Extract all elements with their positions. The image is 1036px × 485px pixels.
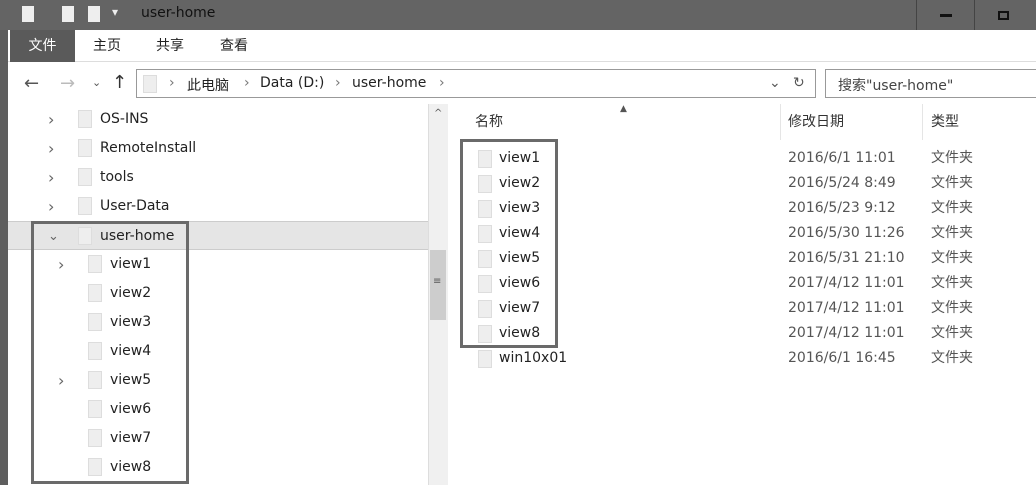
file-type: 文件夹 [931,175,973,191]
tree-item[interactable]: › OS-INS [8,105,428,134]
chevron-right-icon: › [244,75,250,91]
highlight-box-list [460,139,558,348]
folder-icon [78,110,92,128]
sort-ascending-icon: ▲ [620,104,627,114]
properties-icon[interactable] [62,6,74,22]
chevron-right-icon[interactable]: › [48,192,54,221]
file-date: 2016/5/30 11:26 [788,225,905,241]
crumb-this-pc[interactable]: 此电脑 [187,75,229,95]
scroll-up-icon[interactable]: ^ [434,108,442,119]
chevron-right-icon: › [335,75,341,91]
file-type: 文件夹 [931,150,973,166]
file-date: 2017/4/12 11:01 [788,300,905,316]
tab-home[interactable]: 主页 [79,30,135,62]
file-type: 文件夹 [931,300,973,316]
file-date: 2016/5/31 21:10 [788,250,905,266]
recent-dropdown-icon[interactable]: ⌄ [92,76,101,89]
file-type: 文件夹 [931,250,973,266]
refresh-icon[interactable]: ↻ [793,75,805,91]
location-icon [143,75,157,93]
file-name: win10x01 [499,350,568,366]
minimize-button[interactable] [916,0,974,30]
address-bar[interactable]: › 此电脑 › Data (D:) › user-home › ⌄ ↻ [136,69,816,98]
file-type: 文件夹 [931,275,973,291]
search-input[interactable]: 搜索"user-home" [825,69,1036,98]
tree-item-label: OS-INS [100,111,149,127]
title-bar: ▾ user-home [0,0,1036,30]
folder-icon [78,139,92,157]
column-divider[interactable] [780,104,781,140]
column-divider[interactable] [922,104,923,140]
tree-item[interactable]: › tools [8,163,428,192]
new-folder-icon[interactable] [88,6,100,22]
forward-icon[interactable]: → [60,73,75,94]
chevron-right-icon[interactable]: › [48,105,54,134]
file-date: 2016/6/1 16:45 [788,350,896,366]
file-type: 文件夹 [931,350,973,366]
folder-icon [22,6,34,22]
folder-icon [78,197,92,215]
folder-icon [478,350,492,368]
folder-icon [78,168,92,186]
crumb-data-drive[interactable]: Data (D:) [260,75,324,91]
file-date: 2017/4/12 11:01 [788,325,905,341]
chevron-right-icon[interactable]: › [48,134,54,163]
up-icon[interactable]: ↑ [112,72,127,93]
file-date: 2016/5/24 8:49 [788,175,896,191]
address-dropdown-icon[interactable]: ⌄ [769,75,781,91]
tab-file[interactable]: 文件 [10,30,75,62]
file-date: 2017/4/12 11:01 [788,275,905,291]
highlight-box-tree [31,221,189,484]
tree-item[interactable]: › User-Data [8,192,428,221]
tab-share[interactable]: 共享 [142,30,198,62]
tree-item-label: tools [100,169,134,185]
chevron-right-icon: › [169,75,175,91]
column-header-date[interactable]: 修改日期 [788,104,844,140]
file-type: 文件夹 [931,325,973,341]
tree-item-label: User-Data [100,198,170,214]
customize-dropdown-icon[interactable]: ▾ [112,5,118,19]
crumb-user-home[interactable]: user-home [352,75,426,91]
file-date: 2016/5/23 9:12 [788,200,896,216]
file-type: 文件夹 [931,225,973,241]
column-header-type[interactable]: 类型 [931,104,959,140]
tree-item-label: RemoteInstall [100,140,197,156]
scrollbar-thumb[interactable]: ≡ [430,250,446,320]
column-header-name[interactable]: 名称 [475,104,503,140]
maximize-button[interactable] [974,0,1032,30]
file-type: 文件夹 [931,200,973,216]
window-title: user-home [141,5,216,21]
chevron-right-icon[interactable]: › [48,163,54,192]
tab-view[interactable]: 查看 [206,30,262,62]
tree-item[interactable]: › RemoteInstall [8,134,428,163]
list-item[interactable]: win10x01 2016/6/1 16:45 文件夹 [452,346,1036,371]
back-icon[interactable]: ← [24,73,39,94]
file-date: 2016/6/1 11:01 [788,150,896,166]
chevron-right-icon: › [439,75,445,91]
